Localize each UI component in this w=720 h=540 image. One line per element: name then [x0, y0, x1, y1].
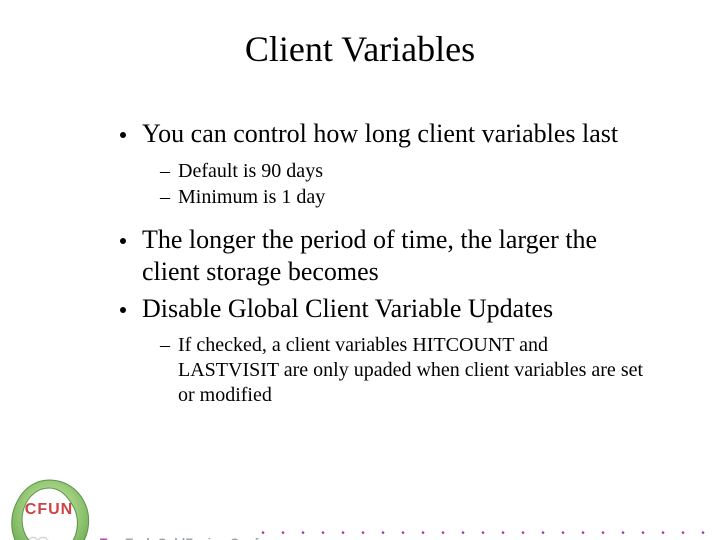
brand-part2: Tech [126, 536, 154, 540]
sub-bullet-group: – Default is 90 days – Minimum is 1 day [160, 159, 650, 210]
slide-title: Client Variables [0, 28, 720, 70]
bullet-dot-icon [120, 132, 126, 138]
sub-bullet-group: – If checked, a client variables HITCOUN… [160, 333, 650, 408]
svg-text:CFUN: CFUN [25, 501, 73, 518]
cfun-badge-icon: CFUN [6, 476, 92, 540]
bullet-dot-icon [120, 238, 126, 244]
sub-bullet-text: Default is 90 days [178, 159, 323, 184]
sub-bullet-text: If checked, a client variables HITCOUNT … [178, 333, 650, 408]
bullet-text: The longer the period of time, the large… [142, 224, 650, 289]
bullet-text: Disable Global Client Variable Updates [142, 293, 553, 326]
sub-bullet-item: – If checked, a client variables HITCOUN… [160, 333, 650, 408]
sub-bullet-text: Minimum is 1 day [178, 185, 325, 210]
sub-bullet-item: – Default is 90 days [160, 159, 650, 184]
dash-icon: – [160, 159, 170, 184]
bullet-dot-icon [120, 307, 126, 313]
bullet-item: The longer the period of time, the large… [120, 224, 650, 289]
footer: CFUN 03 TeraTech ColdFusion Conference •… [0, 518, 720, 540]
conference-logo: CFUN 03 [6, 476, 92, 540]
slide-body: You can control how long client variable… [120, 118, 650, 408]
bullet-item: You can control how long client variable… [120, 118, 650, 151]
year-badge: 03 [28, 535, 48, 540]
bullet-item: Disable Global Client Variable Updates [120, 293, 650, 326]
dash-icon: – [160, 185, 170, 210]
dash-icon: – [160, 333, 170, 358]
decorative-dots: • • • • • • • • • • • • • • • • • • • • … [260, 529, 710, 540]
sub-bullet-item: – Minimum is 1 day [160, 185, 650, 210]
bullet-text: You can control how long client variable… [142, 118, 618, 151]
brand-part1: Tera [100, 536, 126, 540]
